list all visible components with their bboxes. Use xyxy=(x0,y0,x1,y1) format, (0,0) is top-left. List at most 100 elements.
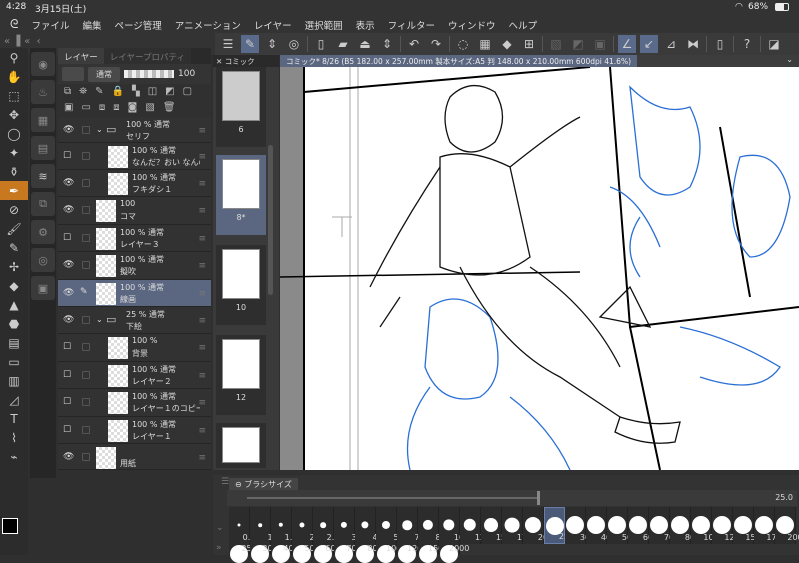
opacity-value[interactable]: 100 xyxy=(178,69,195,79)
brush-size-preset[interactable]: 12 xyxy=(460,507,485,544)
new-file-icon[interactable]: ▯ xyxy=(312,35,330,53)
drag-handle-icon[interactable]: ≡ xyxy=(198,126,206,136)
frame-tool-icon[interactable]: ▥ xyxy=(0,371,28,390)
undo-icon[interactable]: ↶ xyxy=(405,35,423,53)
layer-row[interactable]: 👁 100 % 通常 フキダシ１ ≡ xyxy=(58,170,211,197)
zoom-tool-icon[interactable]: ⚲ xyxy=(0,48,28,67)
brush-size-preset[interactable]: 8 xyxy=(418,507,441,544)
page-thumbnail[interactable]: 12 xyxy=(216,335,266,415)
slider-handle[interactable] xyxy=(537,491,540,505)
menu-filter[interactable]: フィルター xyxy=(388,18,435,32)
move-tool-icon[interactable]: ✥ xyxy=(0,105,28,124)
correct-line-tool-icon[interactable]: ⌁ xyxy=(0,447,28,466)
quick-access-icon[interactable]: ▣ xyxy=(31,276,55,300)
visibility-toggle[interactable]: ☐ xyxy=(63,397,74,407)
brush-size-preset[interactable]: 120 xyxy=(712,507,740,544)
menu-animation[interactable]: アニメーション xyxy=(175,18,241,32)
edit-icon[interactable]: ✎ xyxy=(241,35,259,53)
ruler-tool-icon[interactable]: ◿ xyxy=(0,390,28,409)
eye-icon[interactable]: 👁 xyxy=(63,452,74,462)
layer-row[interactable]: ☐ 100 % 通常 レイヤー３ ≡ xyxy=(58,225,211,252)
brush-size-preset[interactable]: 0.7 xyxy=(229,507,255,544)
app-logo-icon[interactable]: ᘓ xyxy=(10,17,18,32)
brush-size-preset[interactable]: 1200 xyxy=(397,544,427,563)
airbrush-tool-icon[interactable]: ✎ xyxy=(0,238,28,257)
operation-tool-icon[interactable]: ⬚ xyxy=(0,86,28,105)
layer-checkbox[interactable] xyxy=(82,152,90,160)
drag-handle-icon[interactable]: ≡ xyxy=(198,398,206,408)
hand-tool-icon[interactable]: ✋ xyxy=(0,67,28,86)
save-icon[interactable]: ⏏ xyxy=(356,35,374,53)
brush-size-preset[interactable]: 600 xyxy=(313,544,341,563)
brush-size-preset[interactable]: 60 xyxy=(628,507,653,544)
clear-icon[interactable]: ▧ xyxy=(547,35,565,53)
layer-checkbox[interactable] xyxy=(82,126,90,134)
lock-icon[interactable]: 🔒 xyxy=(112,86,124,100)
brush-size-preset[interactable]: 2 xyxy=(292,507,315,544)
eye-icon[interactable]: 👁 xyxy=(63,125,74,135)
menu-help[interactable]: ヘルプ xyxy=(509,18,538,32)
ruler-snap-icon[interactable]: ∠ xyxy=(618,35,636,53)
brush-size-preset[interactable]: 17 xyxy=(502,507,527,544)
settings-icon[interactable]: ⚙ xyxy=(31,220,55,244)
canvas[interactable] xyxy=(280,67,799,470)
layer-row[interactable]: 👁 用紙 ≡ xyxy=(58,444,211,470)
drag-handle-icon[interactable]: ≡ xyxy=(198,261,206,271)
brush-size-preset[interactable]: 30 xyxy=(565,507,590,544)
document-tab[interactable]: コミック* 8/26 (B5 182.00 x 257.00mm 製本サイズ:A… xyxy=(280,55,637,67)
brush-size-preset[interactable]: 100 xyxy=(691,507,719,544)
brush-size-preset[interactable]: 200 xyxy=(775,507,799,544)
palette-icon[interactable]: ◉ xyxy=(31,52,55,76)
brush-size-preset[interactable]: 70 xyxy=(649,507,674,544)
blend-mode-select[interactable]: 通常 xyxy=(88,66,120,82)
layer-checkbox[interactable] xyxy=(82,343,90,351)
brush-size-preset[interactable]: 2.5 xyxy=(313,507,339,544)
brush-size-preset[interactable]: 3 xyxy=(334,507,357,544)
drag-handle-icon[interactable]: ≡ xyxy=(198,206,206,216)
flip-icon[interactable]: ⧓ xyxy=(684,35,702,53)
balloon-tool-icon[interactable]: ⌇ xyxy=(0,428,28,447)
brush-size-preset[interactable]: 50 xyxy=(607,507,632,544)
menu-window[interactable]: ウィンドウ xyxy=(448,18,496,32)
record-icon[interactable]: ◎ xyxy=(285,35,303,53)
drag-handle-icon[interactable]: ≡ xyxy=(198,453,206,463)
opacity-slider[interactable] xyxy=(124,70,174,78)
layer-row[interactable]: 👁 100 コマ ≡ xyxy=(58,197,211,225)
brush-size-preset[interactable]: 7 xyxy=(397,507,420,544)
layer-row[interactable]: ☐ 100 % 背景 ≡ xyxy=(58,334,211,362)
gradient-tool-icon[interactable]: ▤ xyxy=(0,333,28,352)
clip-icon[interactable]: ⧉ xyxy=(64,86,71,100)
drag-handle-icon[interactable]: ≡ xyxy=(198,152,206,162)
special-ruler-snap-icon[interactable]: ↙ xyxy=(640,35,658,53)
layer-search-icon[interactable]: ⧉ xyxy=(31,192,55,216)
layer-row[interactable]: 👁 ✎ 100 % 通常 線画 ≡ xyxy=(58,280,211,307)
brush-size-preset[interactable]: 400 xyxy=(271,544,299,563)
grid-snap-icon[interactable]: ⊿ xyxy=(662,35,680,53)
fill-tool-icon[interactable]: ⬣ xyxy=(0,314,28,333)
add-mask-icon[interactable]: ◙ xyxy=(128,102,138,116)
text-tool-icon[interactable]: T xyxy=(0,409,28,428)
drag-handle-icon[interactable]: ≡ xyxy=(198,179,206,189)
device-icon[interactable]: ▯ xyxy=(711,35,729,53)
brush-size-preset[interactable]: 40 xyxy=(586,507,611,544)
history-icon[interactable]: ▤ xyxy=(31,136,55,160)
layer-checkbox[interactable] xyxy=(82,179,90,187)
double-chevron-down-icon[interactable]: » xyxy=(216,543,222,553)
new-vector-icon[interactable]: ▣ xyxy=(64,102,73,116)
drag-handle-icon[interactable]: ≡ xyxy=(198,316,206,326)
brush-size-preset[interactable]: 1.5 xyxy=(271,507,297,544)
eye-icon[interactable]: 👁 xyxy=(63,315,74,325)
eye-icon[interactable]: 👁 xyxy=(63,260,74,270)
brush-size-preset[interactable]: 1500 xyxy=(418,544,448,563)
new-raster-icon[interactable]: ▢ xyxy=(183,86,192,100)
decoration-tool-icon[interactable]: ✢ xyxy=(0,257,28,276)
layer-row[interactable]: ☐ 100 % 通常 レイヤー１のコピー ≡ xyxy=(58,389,211,417)
menu-page[interactable]: ページ管理 xyxy=(114,18,161,32)
updown-icon[interactable]: ⇕ xyxy=(263,35,281,53)
lasso-tool-icon[interactable]: ◯ xyxy=(0,124,28,143)
blend-tool-icon[interactable]: ▲ xyxy=(0,295,28,314)
drag-handle-icon[interactable]: ≡ xyxy=(198,234,206,244)
layer-row[interactable]: 👁 ⌄ ▭ 25 % 通常 下絵 ≡ xyxy=(58,307,211,334)
eyedropper-icon[interactable]: ⚱ xyxy=(0,162,28,181)
tab-layer-properties[interactable]: レイヤープロパティ xyxy=(103,48,191,64)
